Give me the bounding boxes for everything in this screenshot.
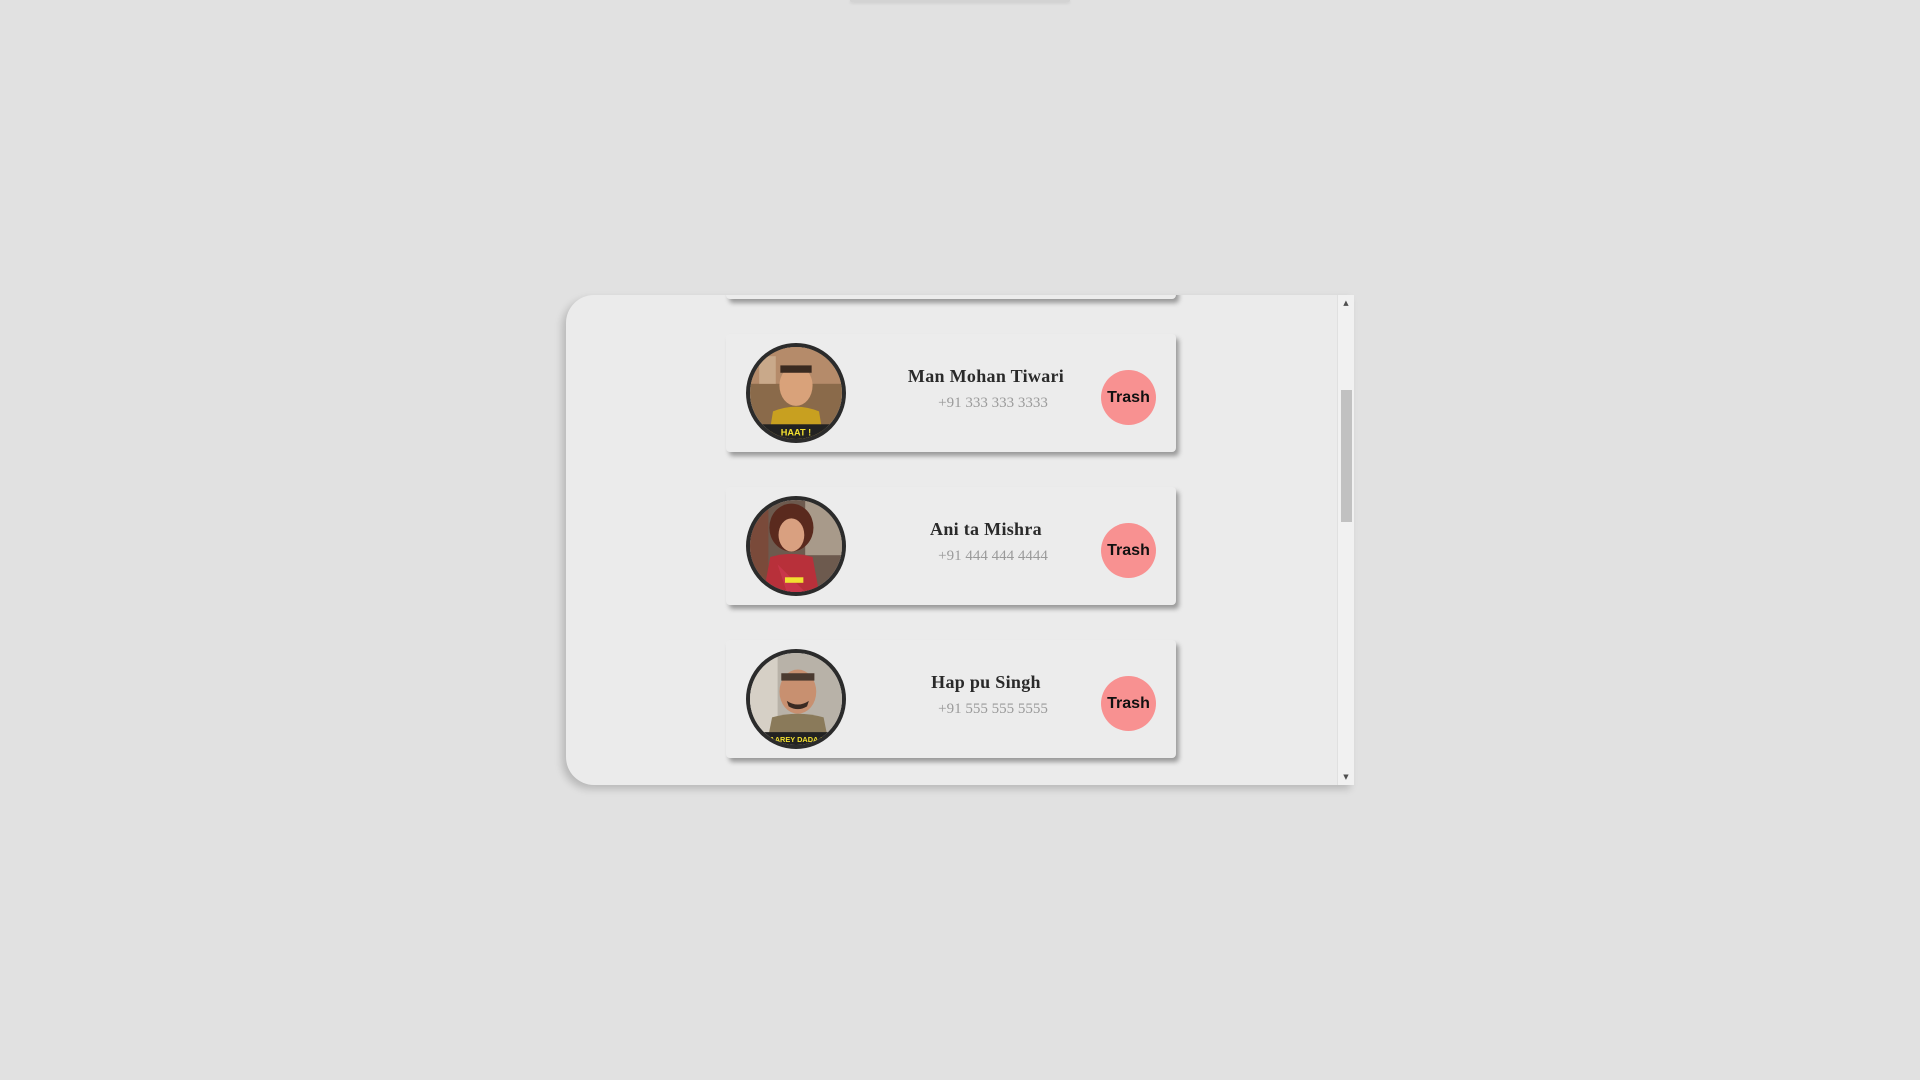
contact-phone: +91 444 444 4444: [938, 548, 1048, 564]
contacts-panel: HAAT ! Man Mohan Tiwari +91 333 333 3333…: [566, 295, 1354, 785]
contact-name: Ani ta Mishra: [930, 519, 1042, 539]
scroll-down-icon[interactable]: ▼: [1338, 769, 1354, 785]
portrait-policeman-icon: AAREY DADA !: [750, 653, 842, 745]
contact-card: HAAT ! Man Mohan Tiwari +91 333 333 3333…: [726, 334, 1176, 452]
trash-button[interactable]: Trash: [1101, 523, 1156, 578]
contact-phone: +91 555 555 5555: [938, 701, 1048, 717]
contact-name: Hap pu Singh: [931, 672, 1041, 692]
trash-button[interactable]: Trash: [1101, 676, 1156, 731]
avatar: [746, 496, 846, 596]
contact-info: Man Mohan Tiwari +91 333 333 3333: [886, 366, 1086, 412]
avatar-caption: AAREY DADA !: [769, 735, 822, 744]
scroll-thumb[interactable]: [1341, 390, 1352, 522]
contact-phone: +91 333 333 3333: [938, 395, 1048, 411]
contact-card-partial: [726, 295, 1176, 299]
contact-info: Ani ta Mishra +91 444 444 4444: [886, 519, 1086, 565]
avatar: HAAT !: [746, 343, 846, 443]
scroll-up-icon[interactable]: ▲: [1338, 295, 1354, 311]
contact-name: Man Mohan Tiwari: [907, 366, 1065, 386]
avatar-caption: HAAT !: [781, 427, 811, 437]
trash-button[interactable]: Trash: [1101, 370, 1156, 425]
contact-card: AAREY DADA ! Hap pu Singh +91 555 555 55…: [726, 640, 1176, 758]
portrait-woman-icon: [750, 500, 842, 592]
top-tab: [850, 0, 1070, 2]
portrait-man-icon: HAAT !: [750, 347, 842, 439]
contact-list: HAAT ! Man Mohan Tiwari +91 333 333 3333…: [726, 295, 1176, 785]
avatar: AAREY DADA !: [746, 649, 846, 749]
contact-card: Ani ta Mishra +91 444 444 4444 Trash: [726, 487, 1176, 605]
contact-info: Hap pu Singh +91 555 555 5555: [886, 672, 1086, 718]
vertical-scrollbar[interactable]: ▲ ▼: [1337, 295, 1354, 785]
